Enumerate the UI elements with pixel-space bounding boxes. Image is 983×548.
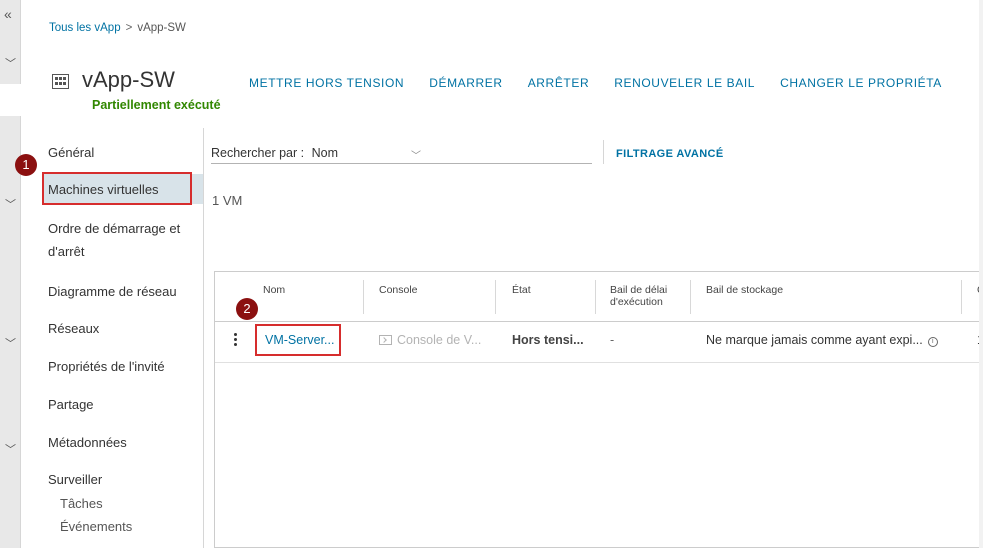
action-bar: METTRE HORS TENSION DÉMARRER ARRÊTER REN… xyxy=(249,76,942,90)
advanced-filter-link[interactable]: FILTRAGE AVANCÉ xyxy=(616,148,724,160)
column-header-runtime-lease-line2: d'exécution xyxy=(610,296,663,308)
scrollbar-track[interactable] xyxy=(979,0,983,548)
sidebar-item-boot-order-cont[interactable]: d'arrêt xyxy=(48,244,84,259)
annotation-badge-2: 2 xyxy=(236,298,258,320)
annotation-badge-1: 1 xyxy=(15,154,37,176)
search-by-select[interactable]: Nom xyxy=(312,146,338,160)
sidebar-item-guest-properties[interactable]: Propriétés de l'invité xyxy=(48,359,165,374)
kebab-menu-icon[interactable] xyxy=(231,331,239,351)
console-icon xyxy=(379,335,392,345)
annotation-highlight-1 xyxy=(42,172,192,205)
double-chevron-left-icon[interactable]: « xyxy=(4,7,12,21)
chevron-down-icon[interactable]: ﹀ xyxy=(5,335,16,351)
sidebar-item-boot-order[interactable]: Ordre de démarrage et xyxy=(48,221,180,236)
column-separator[interactable] xyxy=(495,280,496,314)
power-off-button[interactable]: METTRE HORS TENSION xyxy=(249,76,404,90)
column-header-state[interactable]: État xyxy=(512,284,531,296)
column-separator[interactable] xyxy=(690,280,691,314)
sidebar-item-tasks[interactable]: Tâches xyxy=(60,496,103,511)
info-icon[interactable]: i xyxy=(927,337,938,347)
vm-count: 1 VM xyxy=(212,193,243,208)
breadcrumb-separator: > xyxy=(125,22,133,34)
storage-lease-cell: Ne marque jamais comme ayant expi... i xyxy=(706,333,938,347)
search-field[interactable]: Rechercher par : Nom ﹀ xyxy=(211,146,592,164)
state-cell: Hors tensi... xyxy=(512,333,584,347)
sidebar-divider xyxy=(203,128,204,548)
runtime-lease-cell: - xyxy=(610,333,615,347)
start-button[interactable]: DÉMARRER xyxy=(429,76,502,90)
chevron-down-icon[interactable]: ﹀ xyxy=(411,147,421,162)
column-header-storage-lease[interactable]: Bail de stockage xyxy=(706,284,783,296)
chevron-down-icon[interactable]: ﹀ xyxy=(5,55,16,71)
sidebar-item-events[interactable]: Événements xyxy=(60,519,132,534)
storage-lease-text: Ne marque jamais comme ayant expi... xyxy=(706,333,923,347)
chevron-down-icon[interactable]: ﹀ xyxy=(5,441,16,457)
search-divider xyxy=(603,140,604,164)
console-cell[interactable]: Console de V... xyxy=(379,333,481,347)
search-label: Rechercher par : xyxy=(211,146,305,160)
renew-lease-button[interactable]: RENOUVELER LE BAIL xyxy=(614,76,755,90)
breadcrumb-root-link[interactable]: Tous les vApp xyxy=(49,22,121,34)
column-header-console[interactable]: Console xyxy=(379,284,418,296)
annotation-highlight-2 xyxy=(255,324,341,356)
sidebar-section-monitor: Surveiller xyxy=(48,472,103,487)
page-title: vApp-SW xyxy=(82,67,175,92)
status-label: Partiellement exécuté xyxy=(92,98,221,112)
breadcrumb: Tous les vApp > vApp-SW xyxy=(49,22,186,34)
rail-selected-slot xyxy=(0,84,21,116)
sidebar-item-networks[interactable]: Réseaux xyxy=(48,321,99,336)
change-owner-button[interactable]: CHANGER LE PROPRIÉTA xyxy=(780,76,942,90)
vm-datagrid: Nom Console État Bail de délai d'exécutio… xyxy=(214,271,983,548)
column-header-runtime-lease[interactable]: Bail de délai d'exécution xyxy=(610,284,667,308)
sidebar-item-sharing[interactable]: Partage xyxy=(48,397,94,412)
column-separator[interactable] xyxy=(363,280,364,314)
chevron-down-icon[interactable]: ﹀ xyxy=(5,196,16,212)
datagrid-header: Nom Console État Bail de délai d'exécutio… xyxy=(215,272,983,322)
sidebar-item-general[interactable]: Général xyxy=(48,145,94,160)
sidebar-item-network-diagram[interactable]: Diagramme de réseau xyxy=(48,284,177,299)
stop-button[interactable]: ARRÊTER xyxy=(528,76,590,90)
breadcrumb-current: vApp-SW xyxy=(137,22,186,34)
nav-rail: « ﹀ ﹀ ﹀ ﹀ xyxy=(0,0,21,548)
sidebar-item-metadata[interactable]: Métadonnées xyxy=(48,435,127,450)
column-separator[interactable] xyxy=(961,280,962,314)
column-separator[interactable] xyxy=(595,280,596,314)
console-label: Console de V... xyxy=(397,333,482,347)
column-header-runtime-lease-line1: Bail de délai xyxy=(610,284,668,296)
vapp-grid-icon xyxy=(52,74,69,89)
column-header-name[interactable]: Nom xyxy=(263,284,285,296)
